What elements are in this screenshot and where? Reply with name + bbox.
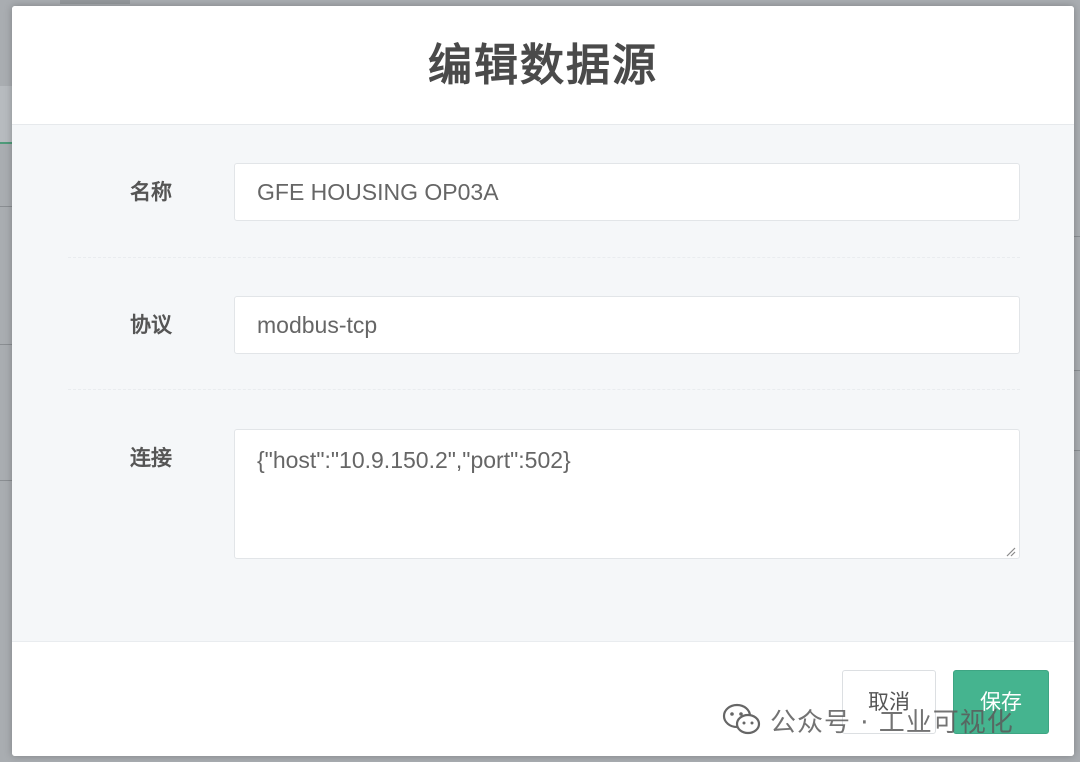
watermark-text: 公众号 · 工业可视化 (770, 707, 1014, 738)
background-tab-fragment (0, 86, 12, 144)
row-divider (68, 389, 1020, 390)
name-input[interactable] (234, 163, 1020, 221)
row-divider (68, 257, 1020, 258)
protocol-label: 协议 (130, 313, 172, 337)
connection-textarea[interactable]: {"host":"10.9.150.2","port":502} (234, 429, 1020, 559)
name-label: 名称 (130, 180, 172, 204)
background-header-fragment (60, 0, 130, 4)
wechat-icon (722, 703, 761, 735)
protocol-input[interactable] (234, 296, 1020, 354)
connection-label: 连接 (130, 446, 172, 470)
edit-datasource-dialog: 编辑数据源 名称 协议 连接 {"host":"10.9.150.2","por… (12, 6, 1074, 756)
dialog-header: 编辑数据源 (12, 6, 1074, 125)
dialog-title: 编辑数据源 (428, 40, 658, 91)
resize-handle-icon[interactable] (1004, 545, 1016, 557)
watermark: 公众号 · 工业可视化 (722, 698, 1014, 742)
dialog-body: 名称 协议 连接 {"host":"10.9.150.2","port":502… (12, 125, 1074, 641)
